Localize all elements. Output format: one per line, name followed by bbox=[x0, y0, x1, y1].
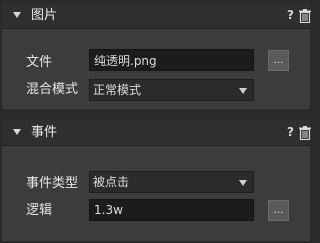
dropdown-arrow-icon bbox=[239, 180, 247, 186]
trash-icon[interactable] bbox=[299, 126, 311, 140]
logic-browse-button[interactable]: ... bbox=[268, 200, 289, 221]
event-type-value: 被点击 bbox=[93, 175, 130, 189]
help-icon[interactable]: ? bbox=[287, 8, 294, 22]
collapse-arrow-icon[interactable] bbox=[13, 12, 21, 18]
file-label: 文件 bbox=[26, 55, 53, 70]
blend-mode-select[interactable]: 正常模式 bbox=[89, 79, 254, 101]
dropdown-arrow-icon bbox=[239, 88, 247, 94]
panel-title: 图片 bbox=[31, 8, 58, 23]
help-icon[interactable]: ? bbox=[287, 125, 294, 139]
logic-field[interactable] bbox=[89, 199, 254, 221]
logic-label: 逻辑 bbox=[26, 203, 53, 218]
event-type-select[interactable]: 被点击 bbox=[89, 171, 254, 193]
image-panel-header[interactable]: 图片 ? bbox=[2, 3, 311, 29]
panel-title: 事件 bbox=[31, 125, 58, 140]
image-panel: 图片 ? 文件 ... 混合模式 正常模式 bbox=[2, 3, 311, 109]
event-panel-header[interactable]: 事件 ? bbox=[2, 120, 311, 146]
trash-icon[interactable] bbox=[299, 9, 311, 23]
file-field[interactable] bbox=[89, 49, 254, 71]
event-type-label: 事件类型 bbox=[26, 176, 79, 191]
file-browse-button[interactable]: ... bbox=[268, 50, 289, 71]
event-panel: 事件 ? 事件类型 被点击 逻辑 ... bbox=[2, 120, 311, 241]
blend-mode-label: 混合模式 bbox=[26, 82, 79, 97]
blend-mode-value: 正常模式 bbox=[93, 83, 142, 97]
collapse-arrow-icon[interactable] bbox=[13, 129, 21, 135]
